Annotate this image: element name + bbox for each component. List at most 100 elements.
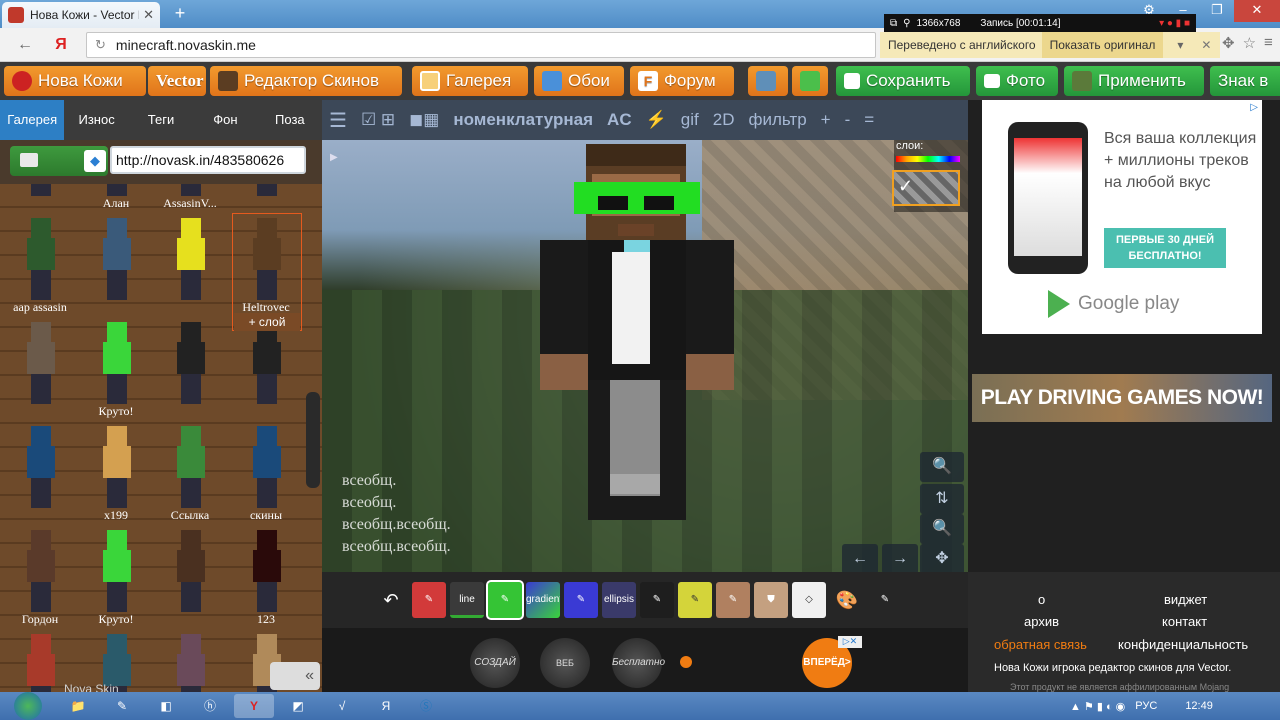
close-tab-icon[interactable]: ✕ (143, 7, 154, 23)
color-spectrum[interactable] (896, 156, 960, 162)
gallery-button[interactable]: Галерея (412, 66, 528, 96)
palette-icon[interactable]: 🎨 (830, 582, 864, 618)
ad-choices-icon[interactable]: ▷ (1250, 102, 1258, 113)
skin-thumbnail[interactable] (158, 212, 222, 318)
new-tab-button[interactable]: + (166, 4, 194, 24)
hp-icon[interactable]: ⓗ (190, 694, 230, 718)
zoom-plus-button[interactable]: + (821, 110, 831, 130)
address-bar[interactable]: ↻ minecraft.novaskin.me (86, 32, 876, 58)
skin-thumbnail[interactable] (234, 316, 298, 422)
tab-wear[interactable]: Износ (64, 100, 128, 140)
tagline-vector[interactable]: Vector (1198, 662, 1229, 674)
tab-tags[interactable]: Теги (129, 100, 193, 140)
skin-thumbnail[interactable]: Круто! (84, 524, 148, 630)
gallery-scrollbar[interactable] (306, 392, 320, 488)
collapse-panel-button[interactable]: « (270, 662, 320, 690)
skin-thumbnail[interactable] (234, 184, 298, 214)
close-icon[interactable]: ✕ (1201, 38, 1211, 52)
create-ad-button[interactable]: СОЗДАЙ (470, 638, 520, 688)
nomenclature-button[interactable]: номенклатурная (453, 110, 593, 130)
skin-url-input[interactable]: http://novask.in/483580626 (110, 146, 306, 174)
add-layer-button[interactable]: + слой (234, 313, 300, 331)
tray-icons[interactable]: ▲ ⚑ ▮ ◐ ◉ (1070, 700, 1125, 713)
creeper-button[interactable] (792, 66, 828, 96)
move-arrows-icon[interactable]: ✥ (920, 544, 964, 572)
skype-icon[interactable]: Ⓢ (406, 694, 446, 718)
ac-button[interactable]: AC (607, 110, 632, 130)
ad-choices-icon[interactable]: ▷✕ (838, 636, 862, 648)
skin-thumbnail[interactable]: x199 (84, 420, 148, 526)
clock[interactable]: 12:49 (1185, 700, 1213, 712)
music-ad[interactable]: Вся ваша коллекция + миллионы треков на … (982, 100, 1262, 334)
checkbox-grid-icon[interactable]: ☑ ⊞ (361, 110, 395, 130)
apply-button[interactable]: Применить (1064, 66, 1204, 96)
save-button[interactable]: Сохранить (836, 66, 970, 96)
app-icon[interactable]: √ (322, 694, 362, 718)
skin-thumbnail[interactable] (8, 628, 72, 692)
app-icon[interactable]: ✎ (102, 694, 142, 718)
menu-icon[interactable]: ≡ (1264, 34, 1273, 52)
gif-button[interactable]: gif (681, 110, 699, 130)
left-arrow-icon[interactable]: ← (842, 544, 878, 572)
zoom-minus-button[interactable]: - (845, 110, 851, 130)
google-play-logo[interactable]: Google play (1048, 290, 1179, 318)
skin-thumbnail[interactable] (84, 212, 148, 318)
app-icon[interactable]: Я (366, 694, 406, 718)
skin-thumbnail[interactable]: aap assasin (8, 212, 72, 318)
play-icon[interactable]: ▶ (330, 152, 338, 163)
star-icon[interactable]: ☆ (1243, 34, 1256, 52)
record-controls[interactable]: ▾ ● ▮ ■ (1159, 18, 1190, 29)
privacy-link[interactable]: конфиденциальность (1118, 637, 1248, 652)
signal-icon[interactable]: ⚡ (646, 110, 667, 130)
chevron-down-icon[interactable]: ▾ (1177, 38, 1183, 52)
zoom-in-icon[interactable]: 🔍 (920, 452, 964, 482)
feedback-link[interactable]: обратная связь (994, 637, 1087, 652)
back-arrow-icon[interactable]: ← (14, 34, 36, 56)
darken-icon[interactable]: ✎ (716, 582, 750, 618)
pencil-icon[interactable]: ✎ (412, 582, 446, 618)
tab-gallery[interactable]: Галерея (0, 100, 65, 140)
layer-thumbnail[interactable]: ✓ (892, 170, 960, 206)
tab-pose[interactable]: Поза (258, 100, 322, 140)
skin-thumbnail[interactable]: Круто! (84, 316, 148, 422)
line-tool[interactable]: line (450, 582, 484, 618)
zoom-out-icon[interactable]: 🔍 (920, 514, 964, 544)
browser-tab[interactable]: Нова Кожи - Vector P... ✕ (2, 2, 160, 28)
forum-button[interactable]: F Форум (630, 66, 734, 96)
equals-button[interactable]: = (864, 110, 874, 130)
vector-button[interactable]: Vector (148, 66, 206, 96)
yandex-logo[interactable]: Я (50, 34, 72, 56)
skin-editor-button[interactable]: Редактор Скинов (210, 66, 402, 96)
skin-thumbnail[interactable] (158, 628, 222, 692)
menu-button[interactable]: ☰ (329, 108, 347, 133)
language-indicator[interactable]: РУС (1135, 700, 1157, 712)
layer-toggle-icon[interactable]: ◼▦ (409, 110, 439, 130)
wallpapers-button[interactable]: Обои (534, 66, 624, 96)
app-icon[interactable]: ◧ (146, 694, 186, 718)
bottom-ad[interactable]: СОЗДАЙ ВЕБ САЙТЫ Бесплатно ВПЕРЁД> ▷✕ (322, 628, 968, 718)
right-arrow-icon[interactable]: → (882, 544, 918, 572)
move-icon[interactable]: ✥ (1222, 34, 1235, 52)
skin-thumbnail[interactable]: Ссылка (158, 420, 222, 526)
landscape-button[interactable] (748, 66, 788, 96)
brush-icon[interactable]: ✎ (564, 582, 598, 618)
maximize-button[interactable]: ❐ (1200, 0, 1234, 22)
badge-button[interactable]: Знак в (1210, 66, 1280, 96)
skin-thumbnail[interactable] (158, 524, 222, 630)
eraser-icon[interactable]: ◇ (792, 582, 826, 618)
color-picker-icon[interactable]: ✎ (868, 582, 902, 618)
up-down-arrows-icon[interactable]: ⇅ (920, 484, 964, 514)
skin-viewport[interactable]: ▶ слои: ✓ всеобщ. всеобщ. всеобщ.всеобщ.… (322, 140, 968, 572)
skin-thumbnail[interactable] (8, 184, 72, 214)
contact-link[interactable]: контакт (1162, 614, 1207, 629)
skin-thumbnail[interactable]: Алан (84, 184, 148, 214)
websites-ad-button[interactable]: ВЕБ САЙТЫ (540, 638, 590, 718)
skin-thumbnail[interactable]: 123 (234, 524, 298, 630)
skin-thumbnail[interactable]: AssasinV... (158, 184, 222, 214)
dropper-icon[interactable]: ✎ (640, 582, 674, 618)
photo-button[interactable]: Фото (976, 66, 1058, 96)
home-button[interactable]: Нова Кожи (4, 66, 146, 96)
skin-thumbnail[interactable] (8, 420, 72, 526)
skin-thumbnail[interactable] (158, 316, 222, 422)
dropbox-icon[interactable]: ◆ (84, 150, 106, 172)
